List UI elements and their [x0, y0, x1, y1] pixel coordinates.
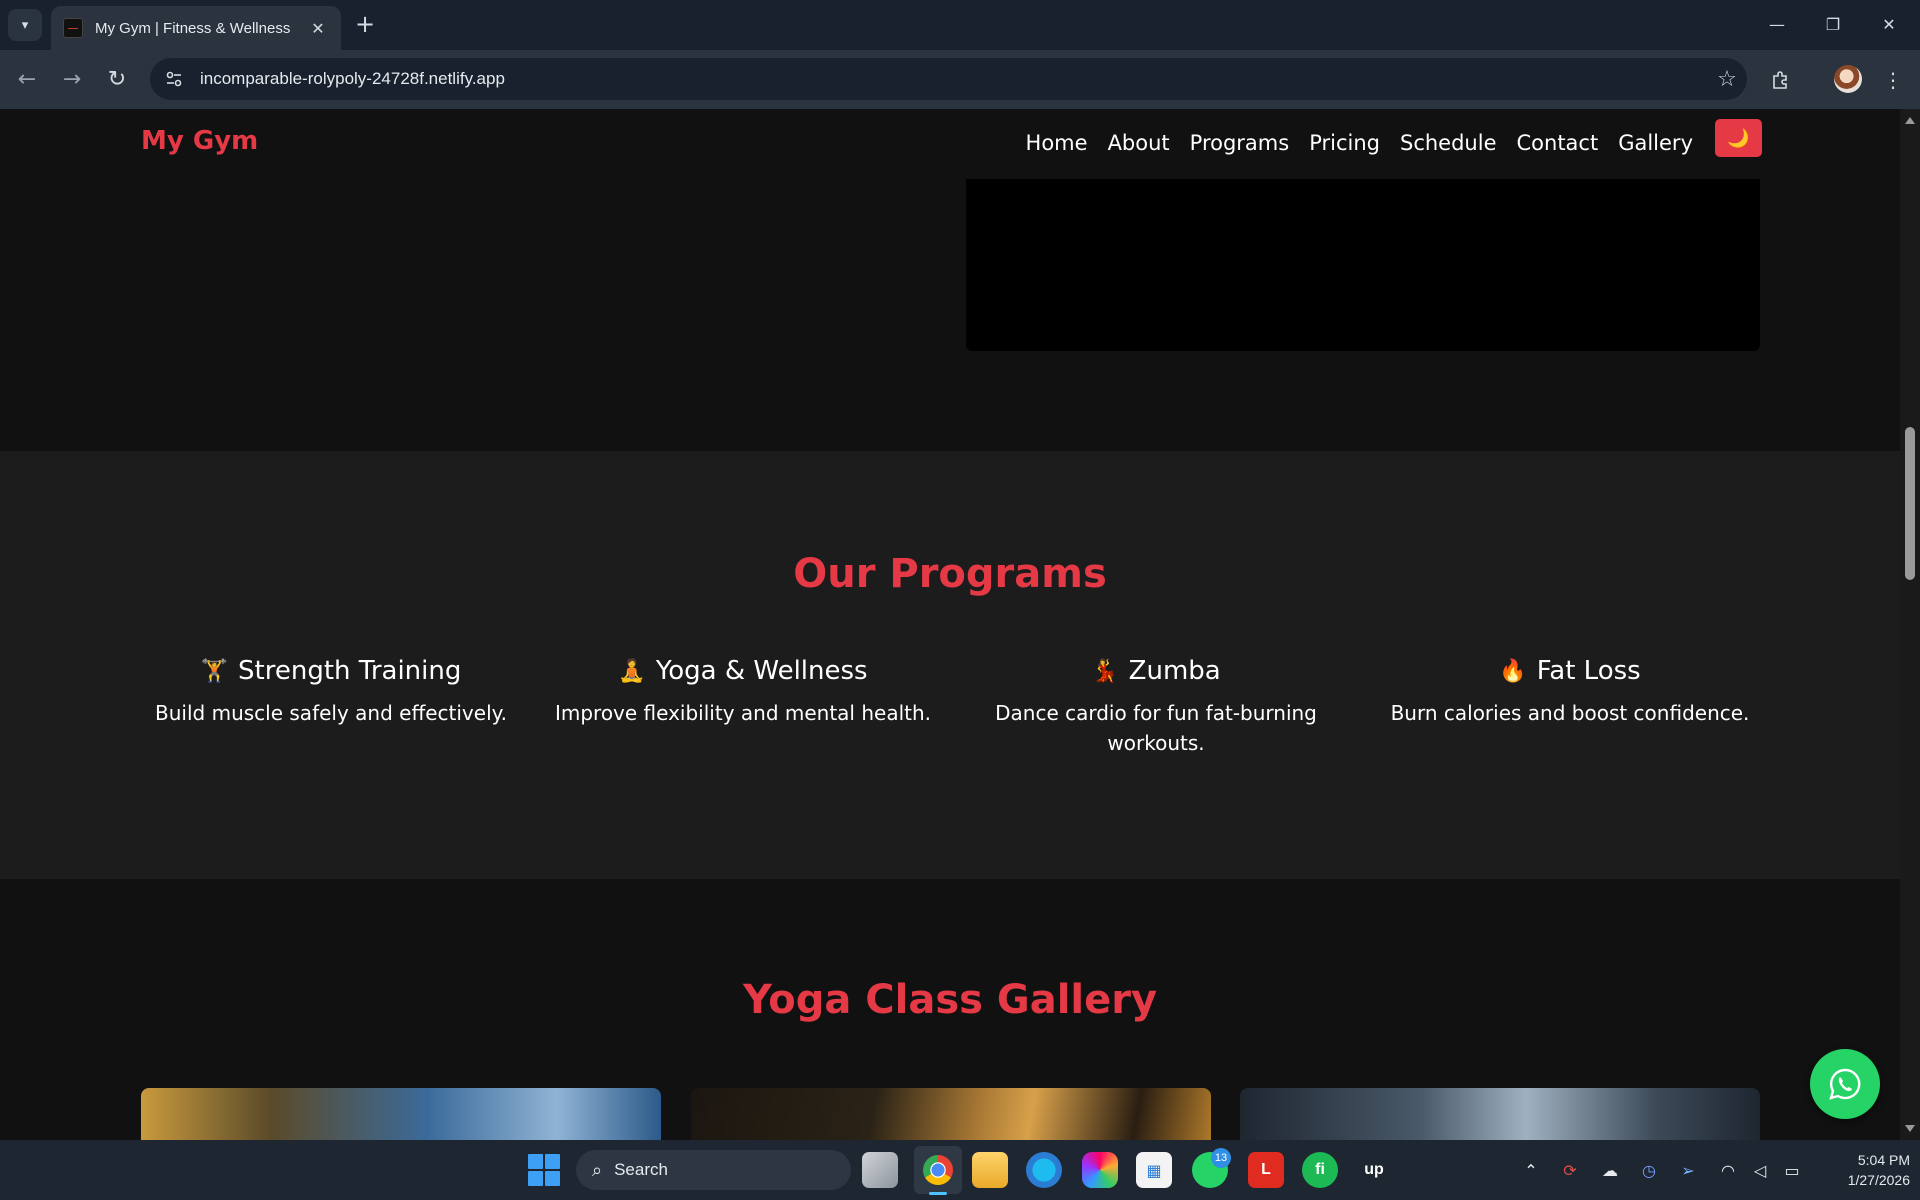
- edge-icon[interactable]: [1026, 1152, 1062, 1188]
- microsoft-store-icon[interactable]: ▦: [1136, 1152, 1172, 1188]
- browser-menu-icon[interactable]: ⋮: [1876, 63, 1910, 97]
- new-tab-button[interactable]: +: [353, 10, 377, 38]
- program-card: 💃 Zumba Dance cardio for fun fat-burning…: [966, 656, 1346, 758]
- onedrive-icon[interactable]: ☁: [1598, 1158, 1622, 1182]
- tab-search-button[interactable]: ▾: [8, 9, 42, 41]
- theme-toggle-button[interactable]: 🌙: [1715, 119, 1762, 157]
- programs-section: Our Programs 🏋️ Strength Training Build …: [0, 451, 1900, 879]
- taskbar-search[interactable]: ⌕ Search: [576, 1150, 851, 1190]
- fire-icon: 🔥: [1499, 658, 1527, 684]
- program-desc: Improve flexibility and mental health.: [554, 701, 932, 725]
- whatsapp-chat-button[interactable]: [1810, 1049, 1880, 1119]
- file-explorer-icon[interactable]: [972, 1152, 1008, 1188]
- whatsapp-icon: [1829, 1068, 1861, 1100]
- scroll-down-arrow-icon[interactable]: [1905, 1125, 1915, 1132]
- moon-icon: 🌙: [1727, 127, 1750, 149]
- program-desc: Build muscle safely and effectively.: [155, 701, 507, 725]
- close-window-button[interactable]: ✕: [1866, 8, 1912, 40]
- clock-app-icon[interactable]: ◷: [1637, 1158, 1661, 1182]
- gallery-image[interactable]: [1240, 1088, 1760, 1140]
- site-header: My Gym Home About Programs Pricing Sched…: [0, 109, 1900, 179]
- gallery-image[interactable]: [141, 1088, 661, 1140]
- program-card: 🏋️ Strength Training Build muscle safely…: [141, 656, 521, 728]
- volume-icon[interactable]: ◁: [1748, 1158, 1772, 1182]
- scroll-thumb[interactable]: [1905, 427, 1915, 580]
- nav-about[interactable]: About: [1108, 131, 1170, 155]
- nav-gallery[interactable]: Gallery: [1618, 131, 1693, 155]
- back-button[interactable]: ←: [11, 63, 43, 95]
- battery-icon[interactable]: ▭: [1780, 1158, 1804, 1182]
- programs-title: Our Programs: [793, 551, 1107, 597]
- notification-badge: 13: [1211, 1148, 1231, 1168]
- location-icon[interactable]: ➢: [1676, 1158, 1700, 1182]
- tab-title: My Gym | Fitness & Wellness: [95, 19, 291, 37]
- windows-taskbar: ⌕ Search ▦ 13 L fi up ⌃ ⟳ ☁ ◷ ➢ ◠ ◁ ▭ 5:…: [0, 1140, 1920, 1200]
- program-desc: Dance cardio for fun fat-burning workout…: [995, 701, 1317, 755]
- yoga-icon: 🧘: [618, 658, 646, 684]
- upwork-icon[interactable]: up: [1356, 1152, 1392, 1188]
- url-text[interactable]: incomparable-rolypoly-24728f.netlify.app: [200, 69, 1707, 89]
- program-title: Zumba: [1128, 656, 1221, 686]
- nav-contact[interactable]: Contact: [1517, 131, 1599, 155]
- l-app-icon[interactable]: L: [1248, 1152, 1284, 1188]
- browser-tab-bar: ▾ My Gym | Fitness & Wellness ✕ + — ❐ ✕: [0, 0, 1920, 50]
- site-logo[interactable]: My Gym: [141, 126, 258, 156]
- sync-icon[interactable]: ⟳: [1558, 1158, 1582, 1182]
- reload-button[interactable]: ↻: [101, 63, 133, 95]
- nav-pricing[interactable]: Pricing: [1309, 131, 1380, 155]
- chevron-up-icon[interactable]: ⌃: [1519, 1158, 1543, 1182]
- page-scrollbar[interactable]: [1900, 109, 1920, 1140]
- hero-video[interactable]: [966, 179, 1760, 351]
- tab-close-icon[interactable]: ✕: [307, 19, 329, 38]
- minimize-button[interactable]: —: [1754, 8, 1800, 40]
- address-bar[interactable]: incomparable-rolypoly-24728f.netlify.app…: [150, 58, 1747, 100]
- nav-home[interactable]: Home: [1026, 131, 1088, 155]
- browser-toolbar: ← → ↻ incomparable-rolypoly-24728f.netli…: [0, 50, 1920, 109]
- extensions-icon[interactable]: [1764, 63, 1798, 97]
- program-title: Fat Loss: [1536, 656, 1641, 686]
- dumbbell-icon: 🏋️: [200, 658, 229, 684]
- search-icon: ⌕: [592, 1159, 603, 1180]
- restore-button[interactable]: ❐: [1810, 8, 1856, 40]
- program-title: Strength Training: [238, 656, 462, 686]
- clock-date: 1/27/2026: [1847, 1172, 1910, 1188]
- bookmark-star-icon[interactable]: ☆: [1707, 67, 1747, 92]
- program-card: 🧘 Yoga & Wellness Improve flexibility an…: [553, 656, 933, 728]
- dancer-icon: 💃: [1091, 658, 1119, 684]
- task-view-icon[interactable]: [862, 1152, 898, 1188]
- profile-avatar[interactable]: [1834, 65, 1862, 93]
- system-clock[interactable]: 5:04 PM 1/27/2026: [1820, 1150, 1910, 1190]
- program-desc: Burn calories and boost confidence.: [1390, 701, 1750, 725]
- scroll-up-arrow-icon[interactable]: [1905, 117, 1915, 124]
- gallery-title: Yoga Class Gallery: [742, 977, 1158, 1023]
- site-nav: Home About Programs Pricing Schedule Con…: [1026, 131, 1693, 155]
- browser-tab[interactable]: My Gym | Fitness & Wellness ✕: [51, 6, 341, 50]
- site-info-icon[interactable]: [154, 59, 194, 99]
- active-app-indicator: [929, 1192, 947, 1195]
- forward-button[interactable]: →: [56, 63, 88, 95]
- windows-start-icon[interactable]: [528, 1154, 560, 1186]
- nav-programs[interactable]: Programs: [1190, 131, 1290, 155]
- chrome-icon[interactable]: [923, 1155, 953, 1185]
- copilot-icon[interactable]: [1082, 1152, 1118, 1188]
- wifi-icon[interactable]: ◠: [1716, 1158, 1740, 1182]
- nav-schedule[interactable]: Schedule: [1400, 131, 1497, 155]
- clock-time: 5:04 PM: [1857, 1152, 1910, 1168]
- search-placeholder: Search: [614, 1160, 668, 1179]
- tab-favicon-icon: [63, 18, 83, 38]
- gallery-image[interactable]: [691, 1088, 1211, 1140]
- fi-app-icon[interactable]: fi: [1302, 1152, 1338, 1188]
- program-title: Yoga & Wellness: [655, 656, 868, 686]
- page-viewport: My Gym Home About Programs Pricing Sched…: [0, 109, 1920, 1140]
- program-card: 🔥 Fat Loss Burn calories and boost confi…: [1380, 656, 1760, 728]
